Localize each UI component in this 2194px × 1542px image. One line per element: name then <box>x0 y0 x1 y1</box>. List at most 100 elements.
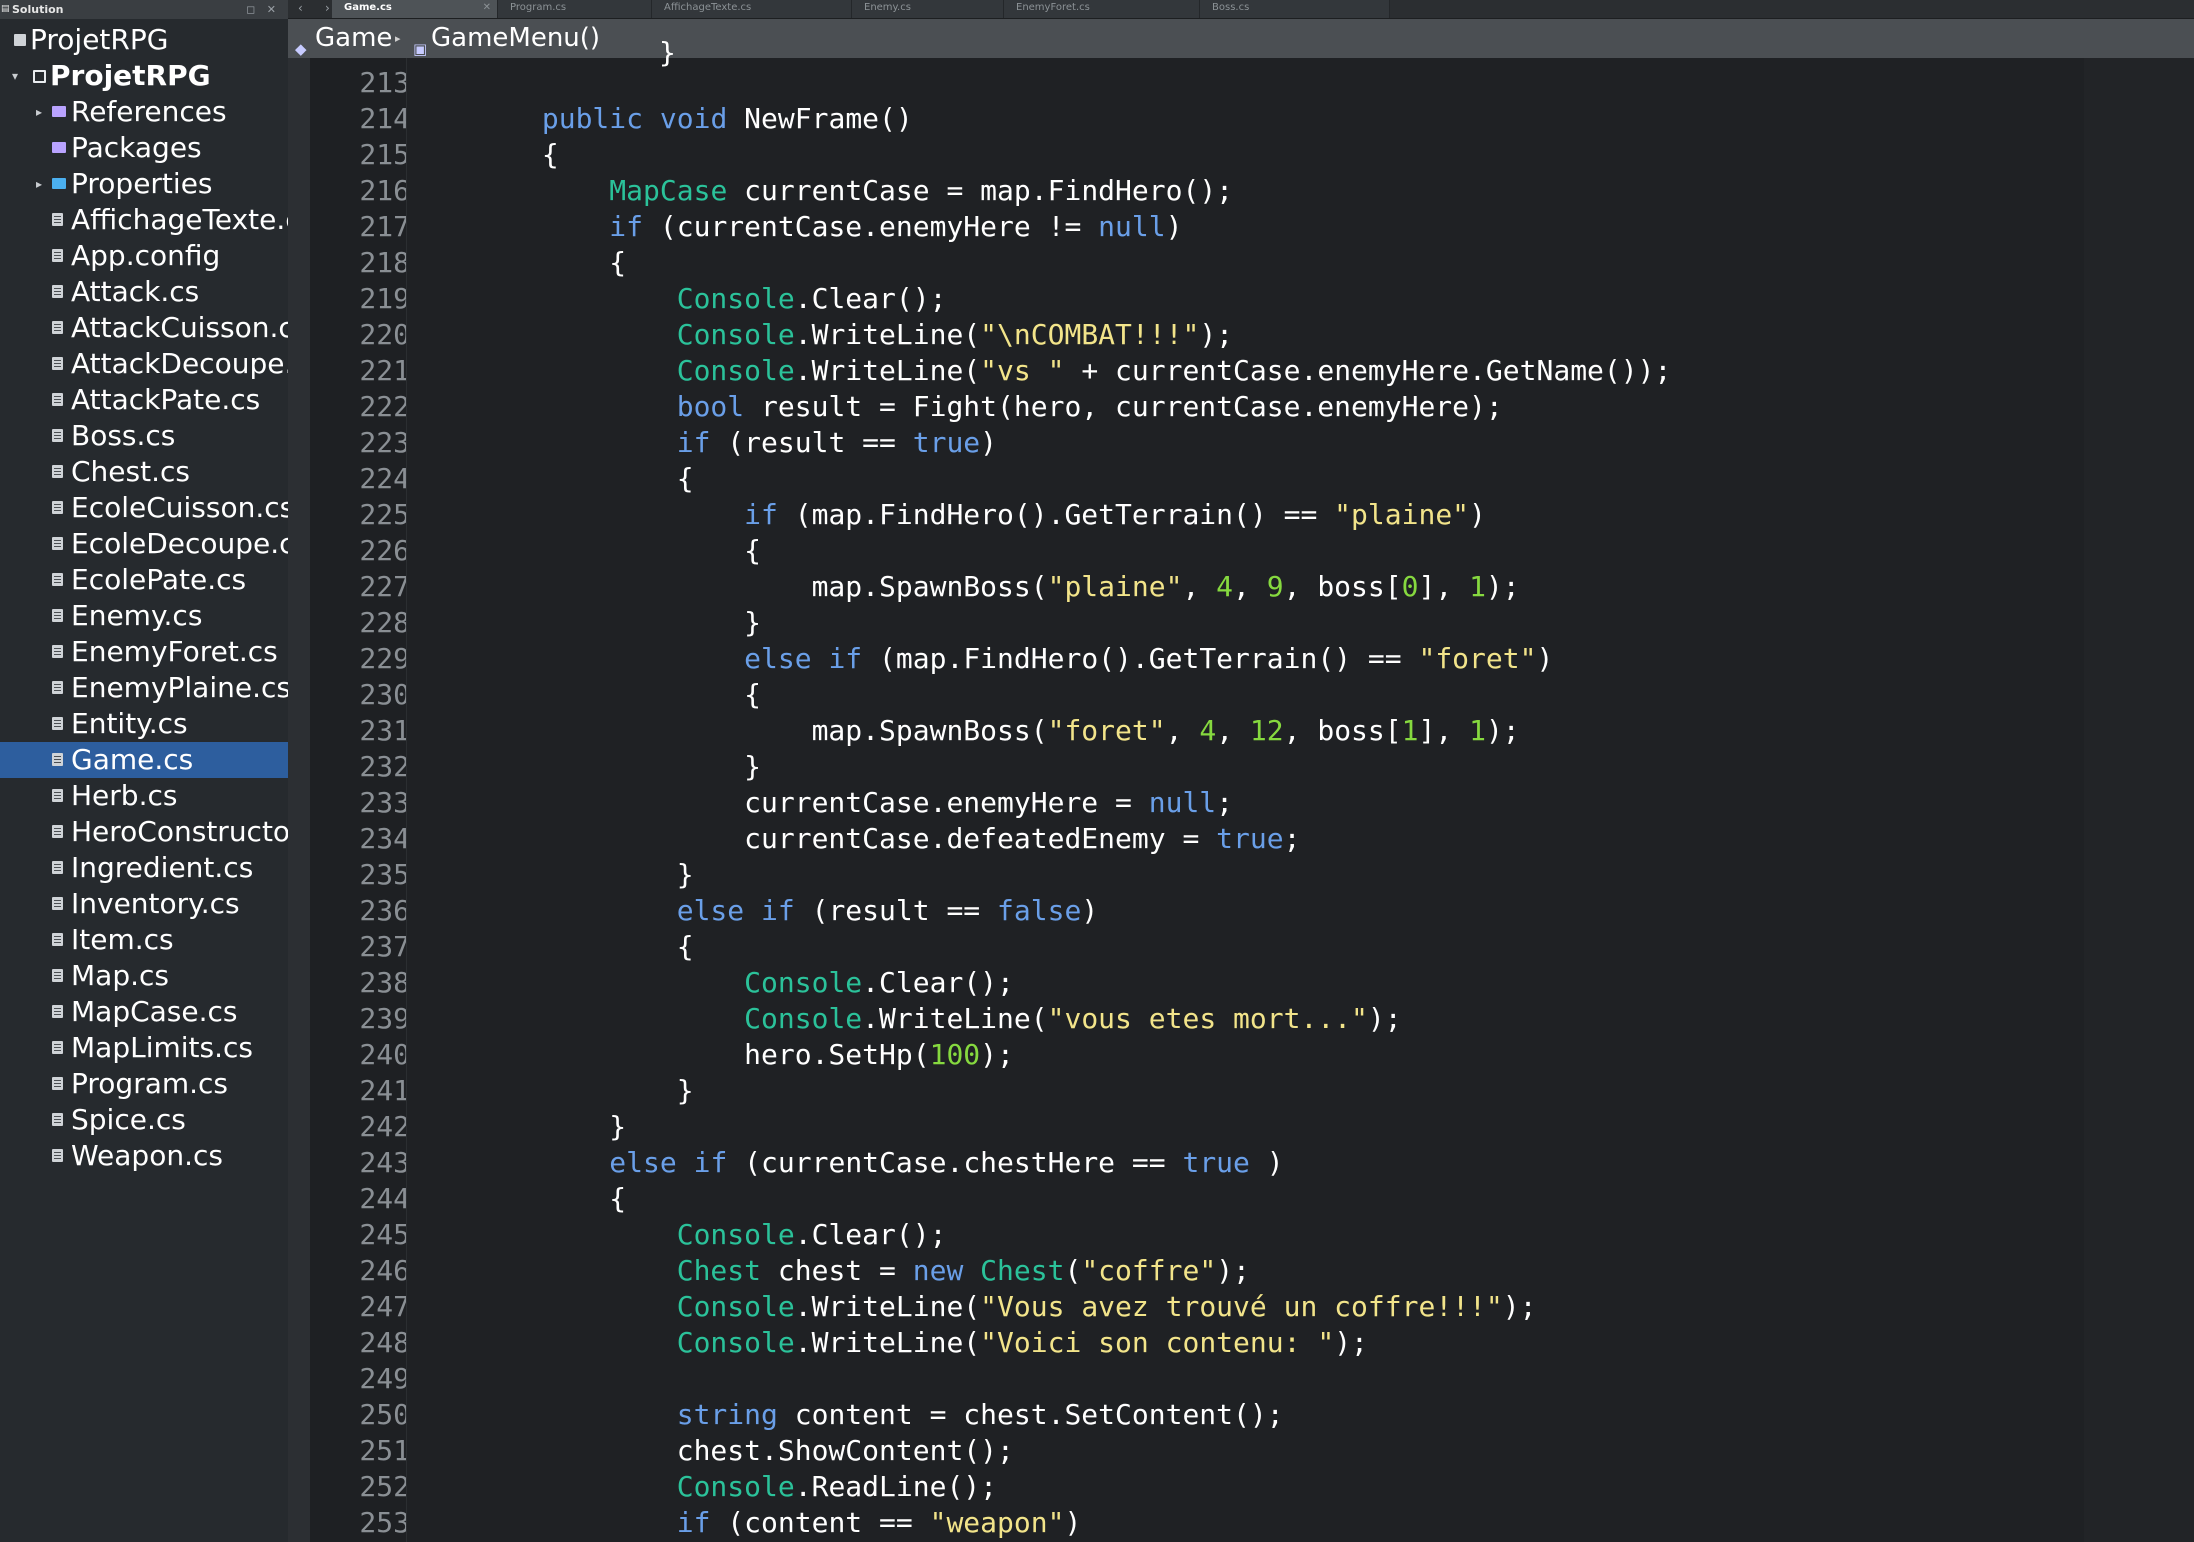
tree-item-weapon-cs[interactable]: Weapon.cs <box>0 1138 288 1174</box>
tree-item-enemy-cs[interactable]: Enemy.cs <box>0 598 288 634</box>
tree-item-enemyforet-cs[interactable]: EnemyForet.cs <box>0 634 288 670</box>
expand-arrow-right-icon[interactable]: ▸ <box>32 94 46 130</box>
tree-item-chest-cs[interactable]: Chest.cs <box>0 454 288 490</box>
token-text: ); <box>1485 570 1520 603</box>
tree-item-entity-cs[interactable]: Entity.cs <box>0 706 288 742</box>
tab-program-cs[interactable]: Program.cs <box>498 0 652 18</box>
line-number: 215 <box>359 138 410 171</box>
tree-item-enemyplaine-cs[interactable]: EnemyPlaine.cs <box>0 670 288 706</box>
tree-item-attackdecoupe-c[interactable]: AttackDecoupe.c <box>0 346 288 382</box>
file-icon <box>52 321 63 334</box>
tree-item-references[interactable]: ▸ References <box>0 94 288 130</box>
tree-item-mapcase-cs[interactable]: MapCase.cs <box>0 994 288 1030</box>
tree-item-attackpate-cs[interactable]: AttackPate.cs <box>0 382 288 418</box>
token-kw: true <box>1216 822 1284 855</box>
tree-item-label: Entity.cs <box>71 707 188 740</box>
tab-label: AffichageTexte.cs <box>664 2 752 13</box>
expand-arrow-down-icon[interactable]: ▾ <box>8 58 22 94</box>
tree-item-label: Program.cs <box>71 1067 229 1100</box>
line-number: 219 <box>359 282 410 315</box>
token-text: (map.FindHero().GetTerrain() == <box>862 642 1419 675</box>
expand-arrow-right-icon[interactable]: ▸ <box>32 166 46 202</box>
token-text: NewFrame() <box>727 102 913 135</box>
token-kw: public <box>541 102 644 135</box>
tree-item-label: HeroConstructor <box>71 815 288 848</box>
tree-item-maplimits-cs[interactable]: MapLimits.cs <box>0 1030 288 1066</box>
tree-item-app-config[interactable]: App.config <box>0 238 288 274</box>
tree-item-label: AttackDecoupe.c <box>71 347 288 380</box>
editor-left-margin <box>288 58 310 1542</box>
code-editor[interactable]: 213 214 215 216 217 218 219 220 221 222 223 224 225 2… <box>288 36 2194 1542</box>
tree-item-game-cs[interactable]: Game.cs <box>0 742 288 778</box>
token-text: + currentCase.enemyHere.GetName()); <box>1064 354 1672 387</box>
breadcrumb-separator-icon: ▸ <box>395 32 401 45</box>
token-num: 1 <box>1469 570 1486 603</box>
code-line: Console.WriteLine("vous etes mort..."); <box>407 1001 1401 1037</box>
tree-item-ecolecuisson-cs[interactable]: EcoleCuisson.cs <box>0 490 288 526</box>
breadcrumb-class[interactable]: Game <box>315 19 392 58</box>
token-text: { <box>407 462 694 495</box>
token-text: .WriteLine( <box>794 1290 981 1323</box>
token-num: 1 <box>1401 714 1419 747</box>
tree-item-ecoledecoupe-cs[interactable]: EcoleDecoupe.cs <box>0 526 288 562</box>
tab-enemy-cs[interactable]: Enemy.cs <box>852 0 1004 18</box>
tab-boss-cs[interactable]: Boss.cs <box>1200 0 1390 18</box>
tree-item-attack-cs[interactable]: Attack.cs <box>0 274 288 310</box>
tree-item-packages[interactable]: Packages <box>0 130 288 166</box>
token-kw: if <box>744 498 778 531</box>
pad-window-buttons[interactable]: ◻ ✕ <box>246 0 280 19</box>
tab-label: Game.cs <box>344 2 392 13</box>
line-number: 227 <box>359 570 410 603</box>
tree-item-label: References <box>71 95 227 128</box>
token-text: { <box>407 1182 627 1215</box>
file-icon <box>52 537 63 550</box>
code-line: } <box>407 749 761 785</box>
tree-item-properties[interactable]: ▸ Properties <box>0 166 288 202</box>
tree-item-ingredient-cs[interactable]: Ingredient.cs <box>0 850 288 886</box>
editor-right-margin <box>2084 58 2194 1542</box>
tab-close-icon[interactable]: ✕ <box>483 0 491 16</box>
token-type: Chest <box>676 1254 762 1287</box>
token-text: chest = <box>761 1254 913 1287</box>
tab-game-cs[interactable]: Game.cs ✕ <box>332 0 498 18</box>
tab-back-button[interactable]: ‹ <box>298 0 303 16</box>
tree-item-label: AttackPate.cs <box>71 383 261 416</box>
tab-forward-button[interactable]: › <box>325 0 330 16</box>
tree-item-inventory-cs[interactable]: Inventory.cs <box>0 886 288 922</box>
tree-item-label: Weapon.cs <box>71 1139 223 1172</box>
breadcrumb-method[interactable]: GameMenu() <box>431 19 600 58</box>
tree-item-ecolepate-cs[interactable]: EcolePate.cs <box>0 562 288 598</box>
tree-item-spice-cs[interactable]: Spice.cs <box>0 1102 288 1138</box>
line-number: 222 <box>359 390 410 423</box>
token-str: "plaine" <box>1334 498 1470 531</box>
line-number: 246 <box>359 1254 410 1287</box>
document-tab-bar: ‹ › Game.cs ✕ Program.cs AffichageTexte.cs E… <box>288 0 2194 18</box>
token-type: Console <box>676 354 795 387</box>
solution-title: Solution <box>12 3 64 16</box>
token-str: "Vous avez trouvé un coffre!!!" <box>980 1290 1503 1323</box>
tree-item-projetrpg[interactable]: ProjetRPG <box>0 22 288 58</box>
token-text: { <box>407 138 559 171</box>
line-number: 217 <box>359 210 410 243</box>
tree-item-label: Ingredient.cs <box>71 851 254 884</box>
tree-item-program-cs[interactable]: Program.cs <box>0 1066 288 1102</box>
token-type: Console <box>676 1218 795 1251</box>
tab-affichagetexte-cs[interactable]: AffichageTexte.cs <box>652 0 852 18</box>
line-number: 221 <box>359 354 410 387</box>
file-icon <box>52 573 63 586</box>
tree-item-herb-cs[interactable]: Herb.cs <box>0 778 288 814</box>
tab-label: Boss.cs <box>1212 2 1250 13</box>
file-icon <box>52 609 63 622</box>
tree-item-affichagetexte-c[interactable]: AffichageTexte.c <box>0 202 288 238</box>
tree-item-attackcuisson-cs[interactable]: AttackCuisson.cs <box>0 310 288 346</box>
tree-item-projetrpg[interactable]: ▾ ProjetRPG <box>0 58 288 94</box>
token-type: Chest <box>980 1254 1065 1287</box>
tree-item-boss-cs[interactable]: Boss.cs <box>0 418 288 454</box>
tree-item-item-cs[interactable]: Item.cs <box>0 922 288 958</box>
tree-item-heroconstructor[interactable]: HeroConstructor <box>0 814 288 850</box>
tree-item-map-cs[interactable]: Map.cs <box>0 958 288 994</box>
code-text-area[interactable]: } } public void NewFrame() { MapCase cur… <box>406 36 2086 1542</box>
tab-enemyforet-cs[interactable]: EnemyForet.cs <box>1004 0 1200 18</box>
